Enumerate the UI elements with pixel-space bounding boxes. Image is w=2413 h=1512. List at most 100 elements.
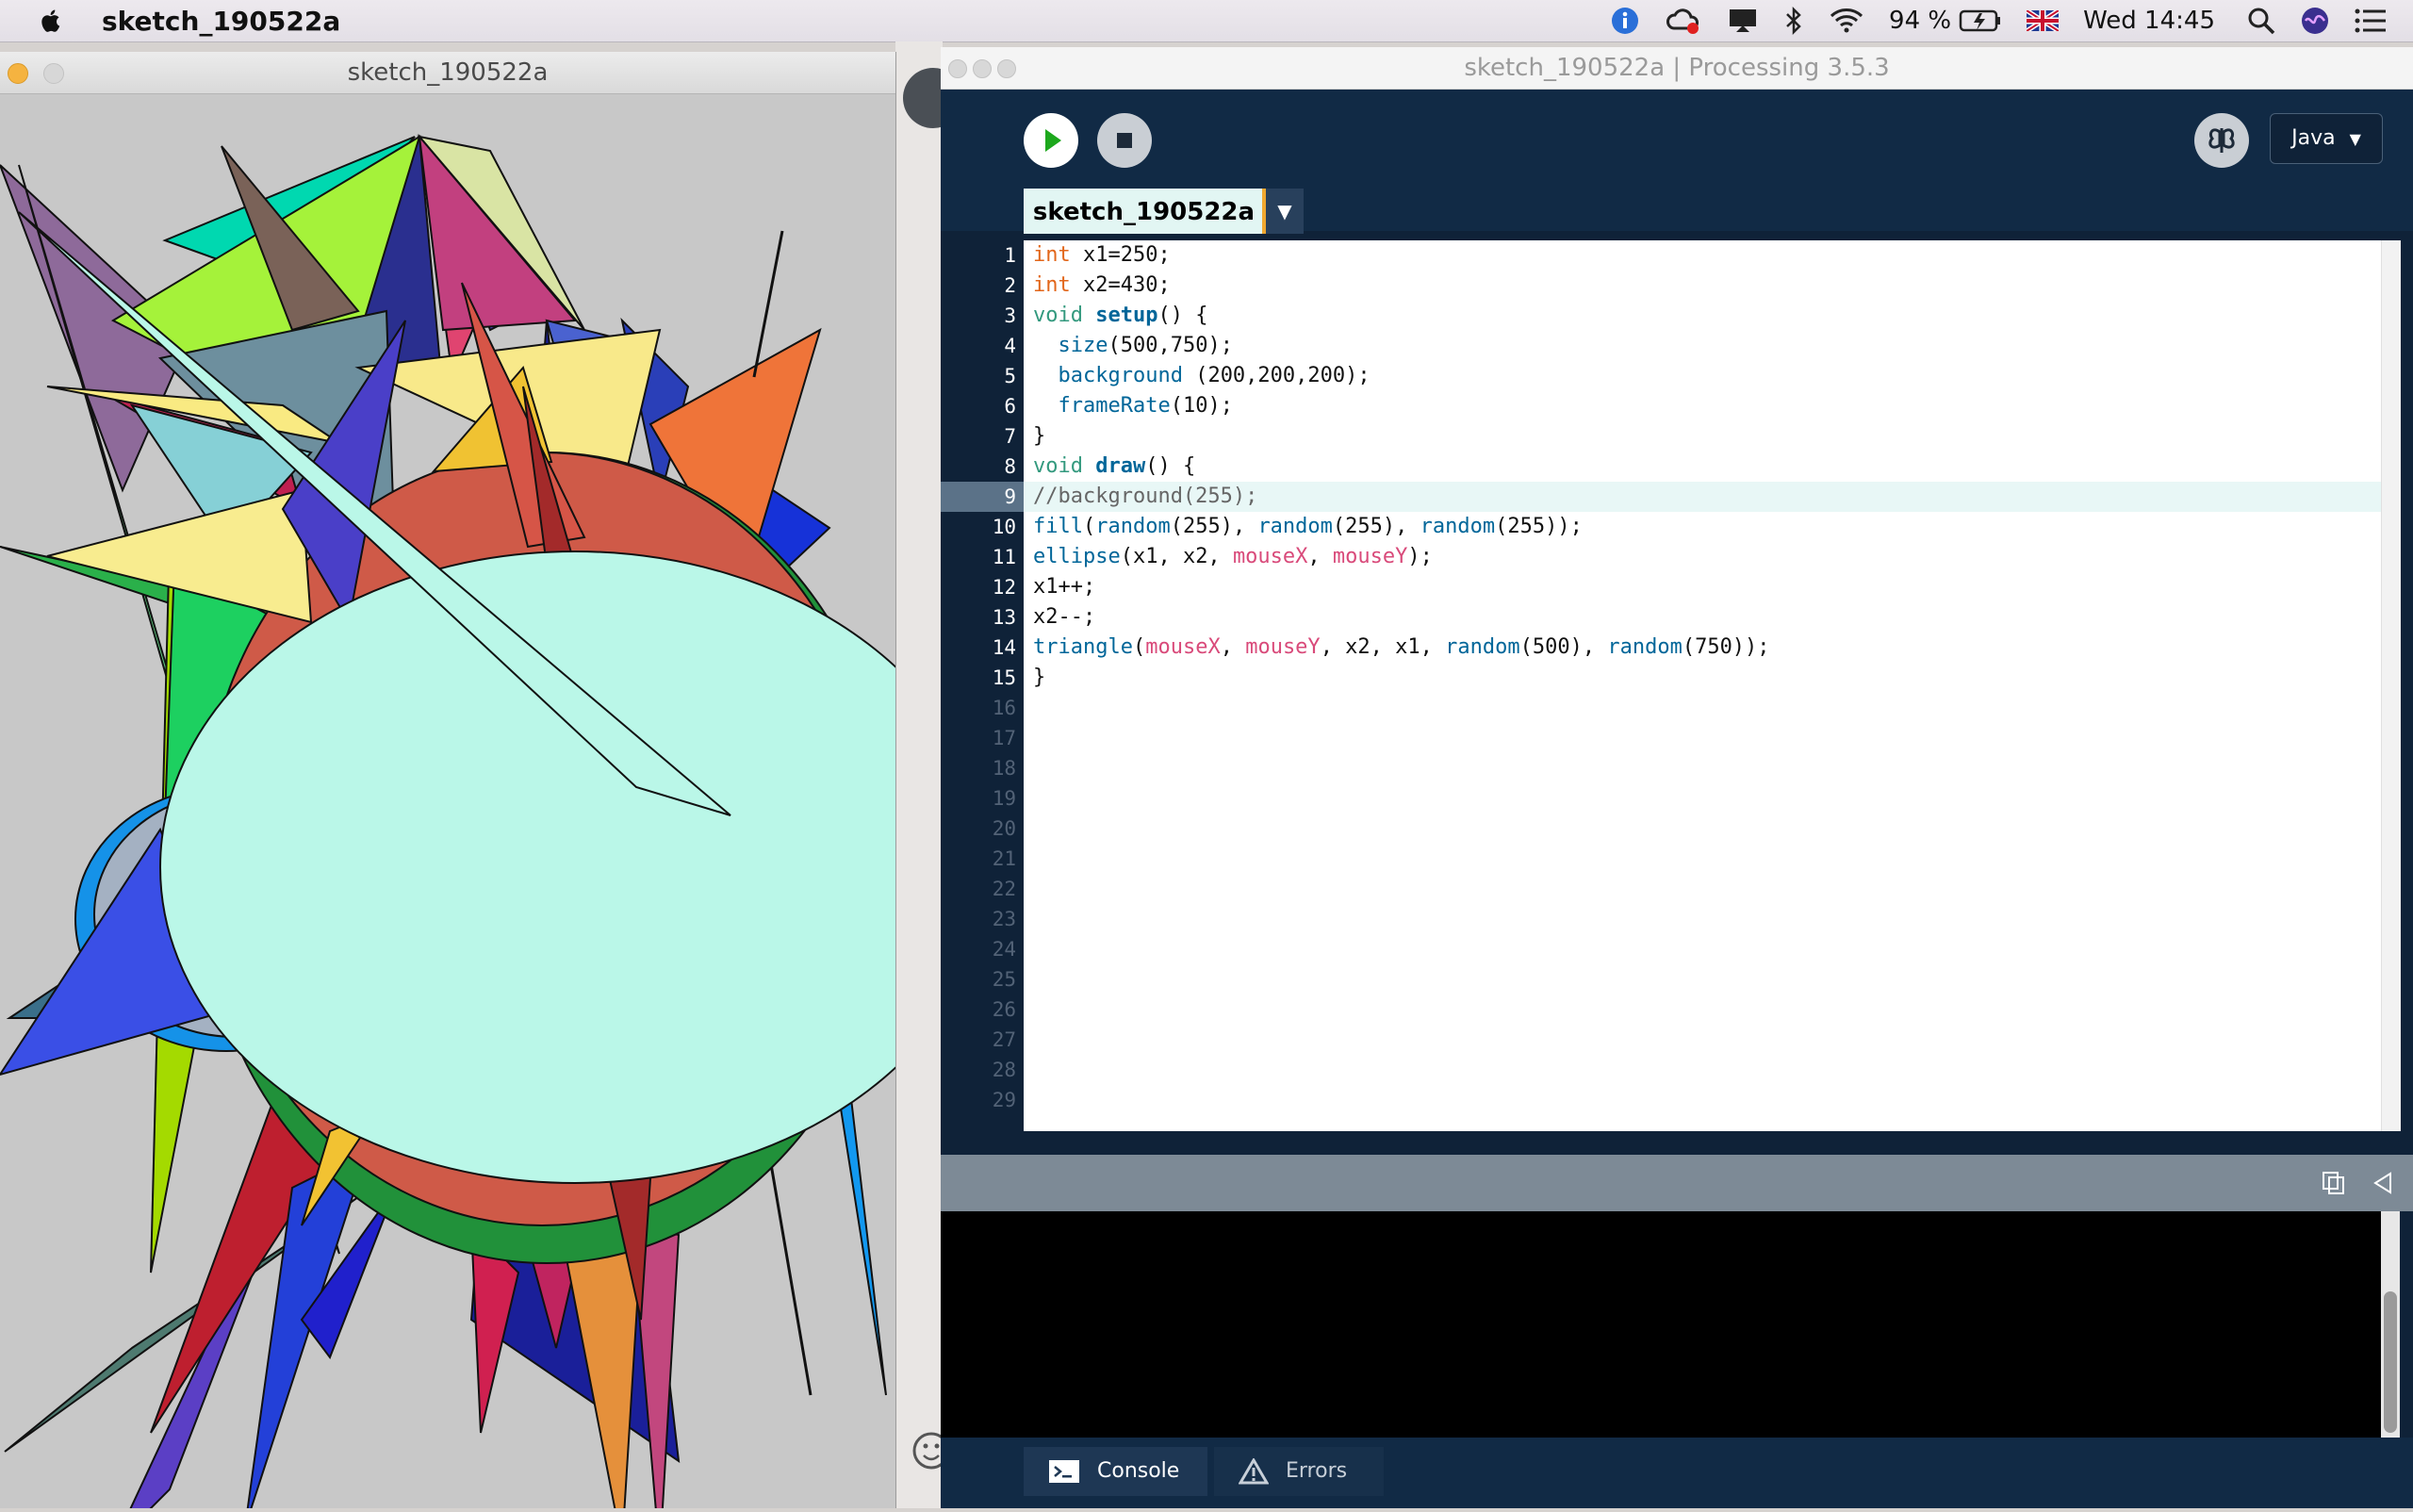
battery-percent[interactable]: 94 %: [1889, 7, 1951, 35]
line-number: 18: [992, 757, 1016, 780]
code-token: (500,750);: [1108, 334, 1233, 357]
code-token: random: [1257, 515, 1333, 538]
line-number: 7: [1004, 425, 1016, 448]
debug-button[interactable]: [2194, 113, 2249, 168]
code-line[interactable]: size(500,750);: [1024, 331, 2381, 361]
code-token: x2--;: [1033, 605, 1096, 629]
code-token: ellipse: [1033, 545, 1121, 568]
spotlight-search-icon[interactable]: [2247, 7, 2275, 35]
code-token: (x1, x2,: [1120, 545, 1233, 568]
sketch-window-titlebar[interactable]: sketch_190522a: [0, 52, 895, 94]
menu-bar: sketch_190522a 94 % Wed 14:45: [0, 0, 2413, 42]
line-number: 12: [992, 576, 1016, 599]
line-number: 3: [1004, 304, 1016, 327]
app-name-menu[interactable]: sketch_190522a: [102, 6, 340, 37]
tab-errors[interactable]: Errors: [1214, 1447, 1384, 1496]
stop-icon: [1117, 133, 1132, 148]
code-token: (255),: [1332, 515, 1420, 538]
line-number: 4: [1004, 335, 1016, 357]
code-token: x1=250;: [1070, 243, 1171, 267]
collapse-console-icon[interactable]: [2370, 1170, 2396, 1200]
mode-selector[interactable]: Java ▼: [2270, 113, 2383, 164]
uk-flag-icon[interactable]: [2027, 10, 2060, 31]
code-line[interactable]: int x1=250;: [1024, 240, 2381, 271]
code-token: , x2, x1,: [1320, 635, 1446, 659]
apple-logo-icon[interactable]: [40, 8, 60, 33]
line-number: 28: [992, 1059, 1016, 1081]
code-token: (255));: [1495, 515, 1583, 538]
code-line-active[interactable]: //background(255);: [1024, 482, 2381, 512]
code-token: (: [1132, 635, 1146, 659]
code-line[interactable]: void draw() {: [1024, 452, 2381, 482]
console-output[interactable]: [941, 1211, 2381, 1438]
battery-icon[interactable]: [1959, 8, 2002, 33]
code-line[interactable]: void setup() {: [1024, 301, 2381, 331]
code-line[interactable]: }: [1024, 421, 2381, 452]
code-line[interactable]: x2--;: [1024, 602, 2381, 633]
code-token: }: [1033, 666, 1046, 689]
code-line[interactable]: background (200,200,200);: [1024, 361, 2381, 391]
line-number: 13: [992, 606, 1016, 629]
code-token: random: [1607, 635, 1683, 659]
ide-window-title: sketch_190522a | Processing 3.5.3: [1464, 54, 1890, 82]
code-token: mouseY: [1245, 635, 1321, 659]
code-token: (255),: [1170, 515, 1258, 538]
sketch-canvas[interactable]: [0, 94, 895, 1508]
minimize-window-icon[interactable]: [43, 63, 64, 84]
code-token: setup: [1095, 304, 1158, 327]
bluetooth-icon[interactable]: [1783, 6, 1804, 36]
code-line[interactable]: frameRate(10);: [1024, 391, 2381, 421]
code-token: mouseY: [1332, 545, 1408, 568]
code-token: int: [1033, 273, 1071, 297]
cloud-sync-icon[interactable]: [1665, 6, 1702, 36]
code-token: draw: [1095, 454, 1146, 478]
code-comment: //background(255);: [1033, 485, 1258, 508]
tab-menu-button[interactable]: ▼: [1266, 189, 1304, 234]
stop-button[interactable]: [1097, 113, 1152, 168]
zoom-window-icon[interactable]: [997, 59, 1016, 78]
run-button[interactable]: [1024, 113, 1078, 168]
info-icon[interactable]: [1610, 6, 1640, 36]
clock[interactable]: Wed 14:45: [2083, 7, 2215, 35]
console-scroll-thumb[interactable]: [2384, 1291, 2397, 1433]
close-window-icon[interactable]: [8, 63, 28, 84]
close-window-icon[interactable]: [948, 59, 967, 78]
code-token: );: [1407, 545, 1433, 568]
siri-icon[interactable]: [2300, 6, 2330, 36]
mode-label: Java: [2291, 126, 2336, 150]
errors-tab-label: Errors: [1286, 1459, 1348, 1483]
butterfly-debug-icon: [2208, 128, 2235, 153]
line-number: 25: [992, 968, 1016, 991]
code-line[interactable]: fill(random(255), random(255), random(25…: [1024, 512, 2381, 542]
copy-console-icon[interactable]: [2321, 1170, 2347, 1200]
line-number: 29: [992, 1089, 1016, 1111]
tab-sketch[interactable]: sketch_190522a: [1024, 189, 1264, 234]
line-number: 1: [1004, 244, 1016, 267]
tab-console[interactable]: Console: [1024, 1447, 1207, 1496]
code-token: () {: [1145, 454, 1196, 478]
screen-share-icon[interactable]: [1727, 6, 1759, 36]
code-line[interactable]: ellipse(x1, x2, mouseX, mouseY);: [1024, 542, 2381, 572]
notification-center-icon[interactable]: [2355, 8, 2387, 34]
code-token: x2=430;: [1070, 273, 1171, 297]
code-token: triangle: [1033, 635, 1133, 659]
line-number: 10: [992, 516, 1016, 538]
editor-scrollbar[interactable]: [2381, 240, 2401, 1131]
code-line[interactable]: x1++;: [1024, 572, 2381, 602]
code-token: void: [1033, 304, 1083, 327]
code-token: int: [1033, 243, 1071, 267]
code-editor[interactable]: int x1=250; int x2=430; void setup() { s…: [1024, 240, 2381, 1131]
line-number: 24: [992, 938, 1016, 961]
code-line[interactable]: int x2=430;: [1024, 271, 2381, 301]
wifi-icon[interactable]: [1829, 7, 1864, 35]
code-token: background: [1058, 364, 1183, 387]
line-number: 8: [1004, 455, 1016, 478]
terminal-icon: [1049, 1460, 1079, 1483]
console-tab-label: Console: [1097, 1459, 1180, 1483]
minimize-window-icon[interactable]: [973, 59, 992, 78]
code-line[interactable]: }: [1024, 663, 2381, 693]
code-line[interactable]: triangle(mouseX, mouseY, x2, x1, random(…: [1024, 633, 2381, 663]
ide-titlebar[interactable]: sketch_190522a | Processing 3.5.3: [941, 47, 2413, 90]
